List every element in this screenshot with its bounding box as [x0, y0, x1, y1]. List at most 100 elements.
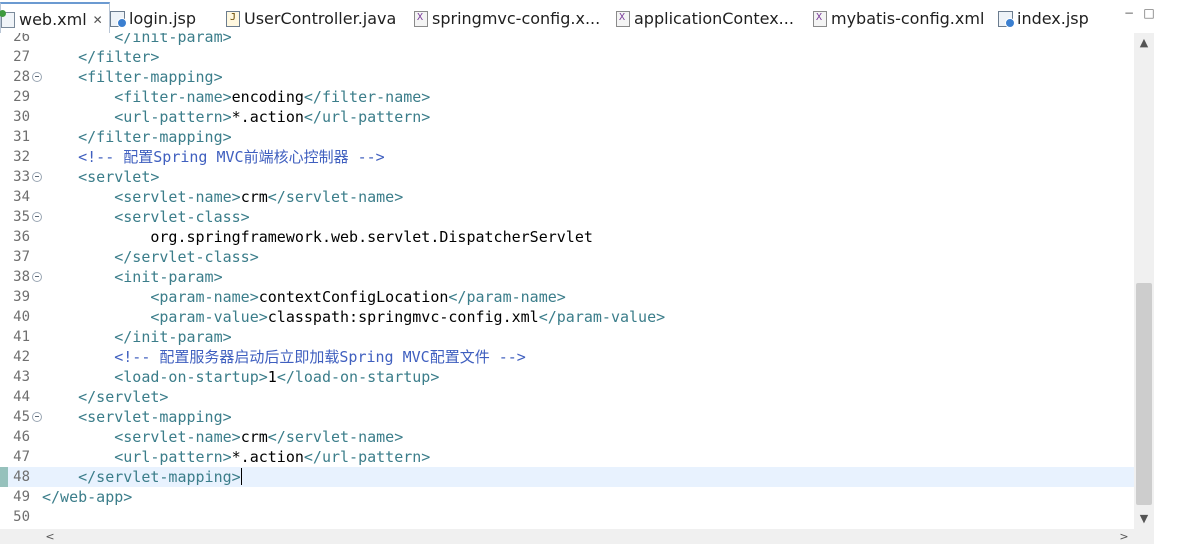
xml-tag: <param-value>	[150, 308, 268, 326]
xml-tag: <servlet-name>	[114, 428, 241, 446]
code-line[interactable]: 31 </filter-mapping>	[0, 127, 1134, 147]
xml-tag: </param-value>	[538, 308, 666, 326]
code-line[interactable]: 47 <url-pattern>*.action</url-pattern>	[0, 447, 1134, 467]
web-xml-file-icon	[0, 9, 15, 28]
code-text: </init-param>	[42, 327, 231, 347]
tab-mybatis-config-xml[interactable]: mybatis-config.xml	[811, 4, 991, 33]
line-number: 32	[13, 149, 30, 165]
code-line[interactable]: 46 <servlet-name>crm</servlet-name>	[0, 427, 1134, 447]
xml-text: classpath:springmvc-config.xml	[267, 308, 539, 326]
line-number: 49	[13, 489, 30, 505]
code-text: <servlet-name>crm</servlet-name>	[42, 187, 403, 207]
horizontal-scrollbar[interactable]: < >	[0, 529, 1134, 544]
xml-tag: <param-name>	[150, 288, 259, 306]
code-line[interactable]: 50	[0, 507, 1134, 527]
code-line[interactable]: 30 <url-pattern>*.action</url-pattern>	[0, 107, 1134, 127]
vertical-scroll-thumb[interactable]	[1136, 283, 1152, 505]
code-line[interactable]: 43 <load-on-startup>1</load-on-startup>	[0, 367, 1134, 387]
scroll-up-button[interactable]: ▲	[1134, 33, 1154, 51]
code-line[interactable]: 49 </web-app>	[0, 487, 1134, 507]
maximize-button[interactable]: □	[1142, 6, 1156, 20]
code-text: </init-param>	[42, 33, 231, 47]
tab-usercontroller-java[interactable]: UserController.java	[226, 4, 406, 33]
tab-label: index.jsp	[1017, 9, 1089, 28]
code-line[interactable]: 40 <param-value>classpath:springmvc-conf…	[0, 307, 1134, 327]
code-line[interactable]: 35 <servlet-class>	[0, 207, 1134, 227]
xml-comment: <!-- 配置Spring MVC前端核心控制器 -->	[78, 148, 385, 166]
minimize-button[interactable]: −	[1122, 6, 1136, 20]
xml-tag: </servlet>	[78, 388, 169, 406]
line-number: 31	[13, 129, 30, 145]
line-number: 47	[13, 449, 30, 465]
code-text: <servlet-name>crm</servlet-name>	[42, 427, 403, 447]
code-text: <!-- 配置Spring MVC前端核心控制器 -->	[42, 147, 385, 167]
tab-index-jsp[interactable]: index.jsp	[998, 4, 1108, 33]
xml-text	[42, 128, 78, 146]
tab-login-jsp[interactable]: login.jsp	[110, 4, 222, 33]
code-line[interactable]: 32 <!-- 配置Spring MVC前端核心控制器 -->	[0, 147, 1134, 167]
xml-file-icon	[616, 10, 630, 27]
line-number: 44	[13, 389, 30, 405]
code-line[interactable]: 29 <filter-name>encoding</filter-name>	[0, 87, 1134, 107]
code-line[interactable]: 44 </servlet>	[0, 387, 1134, 407]
fold-toggle-icon[interactable]	[32, 172, 42, 182]
tab-web-xml[interactable]: web.xml ✕	[0, 2, 110, 35]
code-line[interactable]: 48 </servlet-mapping>	[0, 467, 1134, 487]
code-line[interactable]: 41 </init-param>	[0, 327, 1134, 347]
code-text: </filter-mapping>	[42, 127, 232, 147]
xml-text: encoding	[231, 88, 304, 106]
scroll-left-button[interactable]: <	[40, 527, 60, 545]
vertical-scrollbar[interactable]: ▲ ▼	[1134, 33, 1154, 529]
close-tab-icon[interactable]: ✕	[93, 13, 103, 27]
xml-text	[42, 268, 114, 286]
editor-tab-bar: web.xml ✕ login.jsp UserController.java spri…	[0, 0, 1182, 35]
xml-text	[42, 288, 150, 306]
xml-tag: <url-pattern>	[114, 448, 232, 466]
scroll-down-button[interactable]: ▼	[1134, 509, 1154, 527]
code-line[interactable]: 38 <init-param>	[0, 267, 1134, 287]
xml-tag: </param-name>	[448, 288, 566, 306]
code-line[interactable]: 39 <param-name>contextConfigLocation</pa…	[0, 287, 1134, 307]
line-number: 35	[13, 209, 30, 225]
fold-toggle-icon[interactable]	[32, 212, 42, 222]
xml-text	[42, 188, 114, 206]
code-editor[interactable]: 26 </init-param> 27 </filter> 28 <filter-m…	[0, 33, 1134, 529]
xml-tag: <servlet-class>	[114, 208, 250, 226]
code-line[interactable]: 45 <servlet-mapping>	[0, 407, 1134, 427]
tab-label: springmvc-config.x...	[432, 9, 601, 28]
code-text: <filter-name>encoding</filter-name>	[42, 87, 430, 107]
code-text: <servlet-mapping>	[42, 407, 232, 427]
xml-tag: </load-on-startup>	[276, 368, 440, 386]
code-line[interactable]: 37 </servlet-class>	[0, 247, 1134, 267]
code-line[interactable]: 26 </init-param>	[0, 33, 1134, 47]
code-line[interactable]: 27 </filter>	[0, 47, 1134, 67]
xml-text: org.springframework.web.servlet.Dispatch…	[150, 228, 593, 246]
fold-toggle-icon[interactable]	[32, 272, 42, 282]
code-line[interactable]: 36 org.springframework.web.servlet.Dispa…	[0, 227, 1134, 247]
fold-toggle-icon[interactable]	[32, 412, 42, 422]
xml-text	[42, 108, 114, 126]
code-text: <servlet>	[42, 167, 159, 187]
code-text: </servlet-mapping>	[42, 467, 242, 487]
xml-tag: <filter-name>	[114, 88, 232, 106]
fold-toggle-icon[interactable]	[32, 72, 42, 82]
code-line[interactable]: 42 <!-- 配置服务器启动后立即加载Spring MVC配置文件 -->	[0, 347, 1134, 367]
xml-text	[42, 88, 114, 106]
code-line[interactable]: 34 <servlet-name>crm</servlet-name>	[0, 187, 1134, 207]
scroll-right-button[interactable]: >	[1114, 527, 1134, 545]
code-line[interactable]: 33 <servlet>	[0, 167, 1134, 187]
line-number: 30	[13, 109, 30, 125]
xml-tag: <servlet>	[78, 168, 160, 186]
xml-text	[42, 248, 114, 266]
tab-springmvc-config-x[interactable]: springmvc-config.x...	[412, 4, 608, 33]
tab-label: login.jsp	[129, 9, 196, 28]
xml-tag: </filter-mapping>	[78, 128, 232, 146]
xml-tag: <filter-mapping>	[78, 68, 223, 86]
code-line[interactable]: 28 <filter-mapping>	[0, 67, 1134, 87]
line-number: 38	[13, 269, 30, 285]
xml-text: contextConfigLocation	[258, 288, 449, 306]
xml-tag: <url-pattern>	[114, 108, 232, 126]
tab-applicationcontex[interactable]: applicationContex...	[614, 4, 804, 33]
xml-text	[42, 148, 78, 166]
xml-tag: <init-param>	[114, 268, 223, 286]
